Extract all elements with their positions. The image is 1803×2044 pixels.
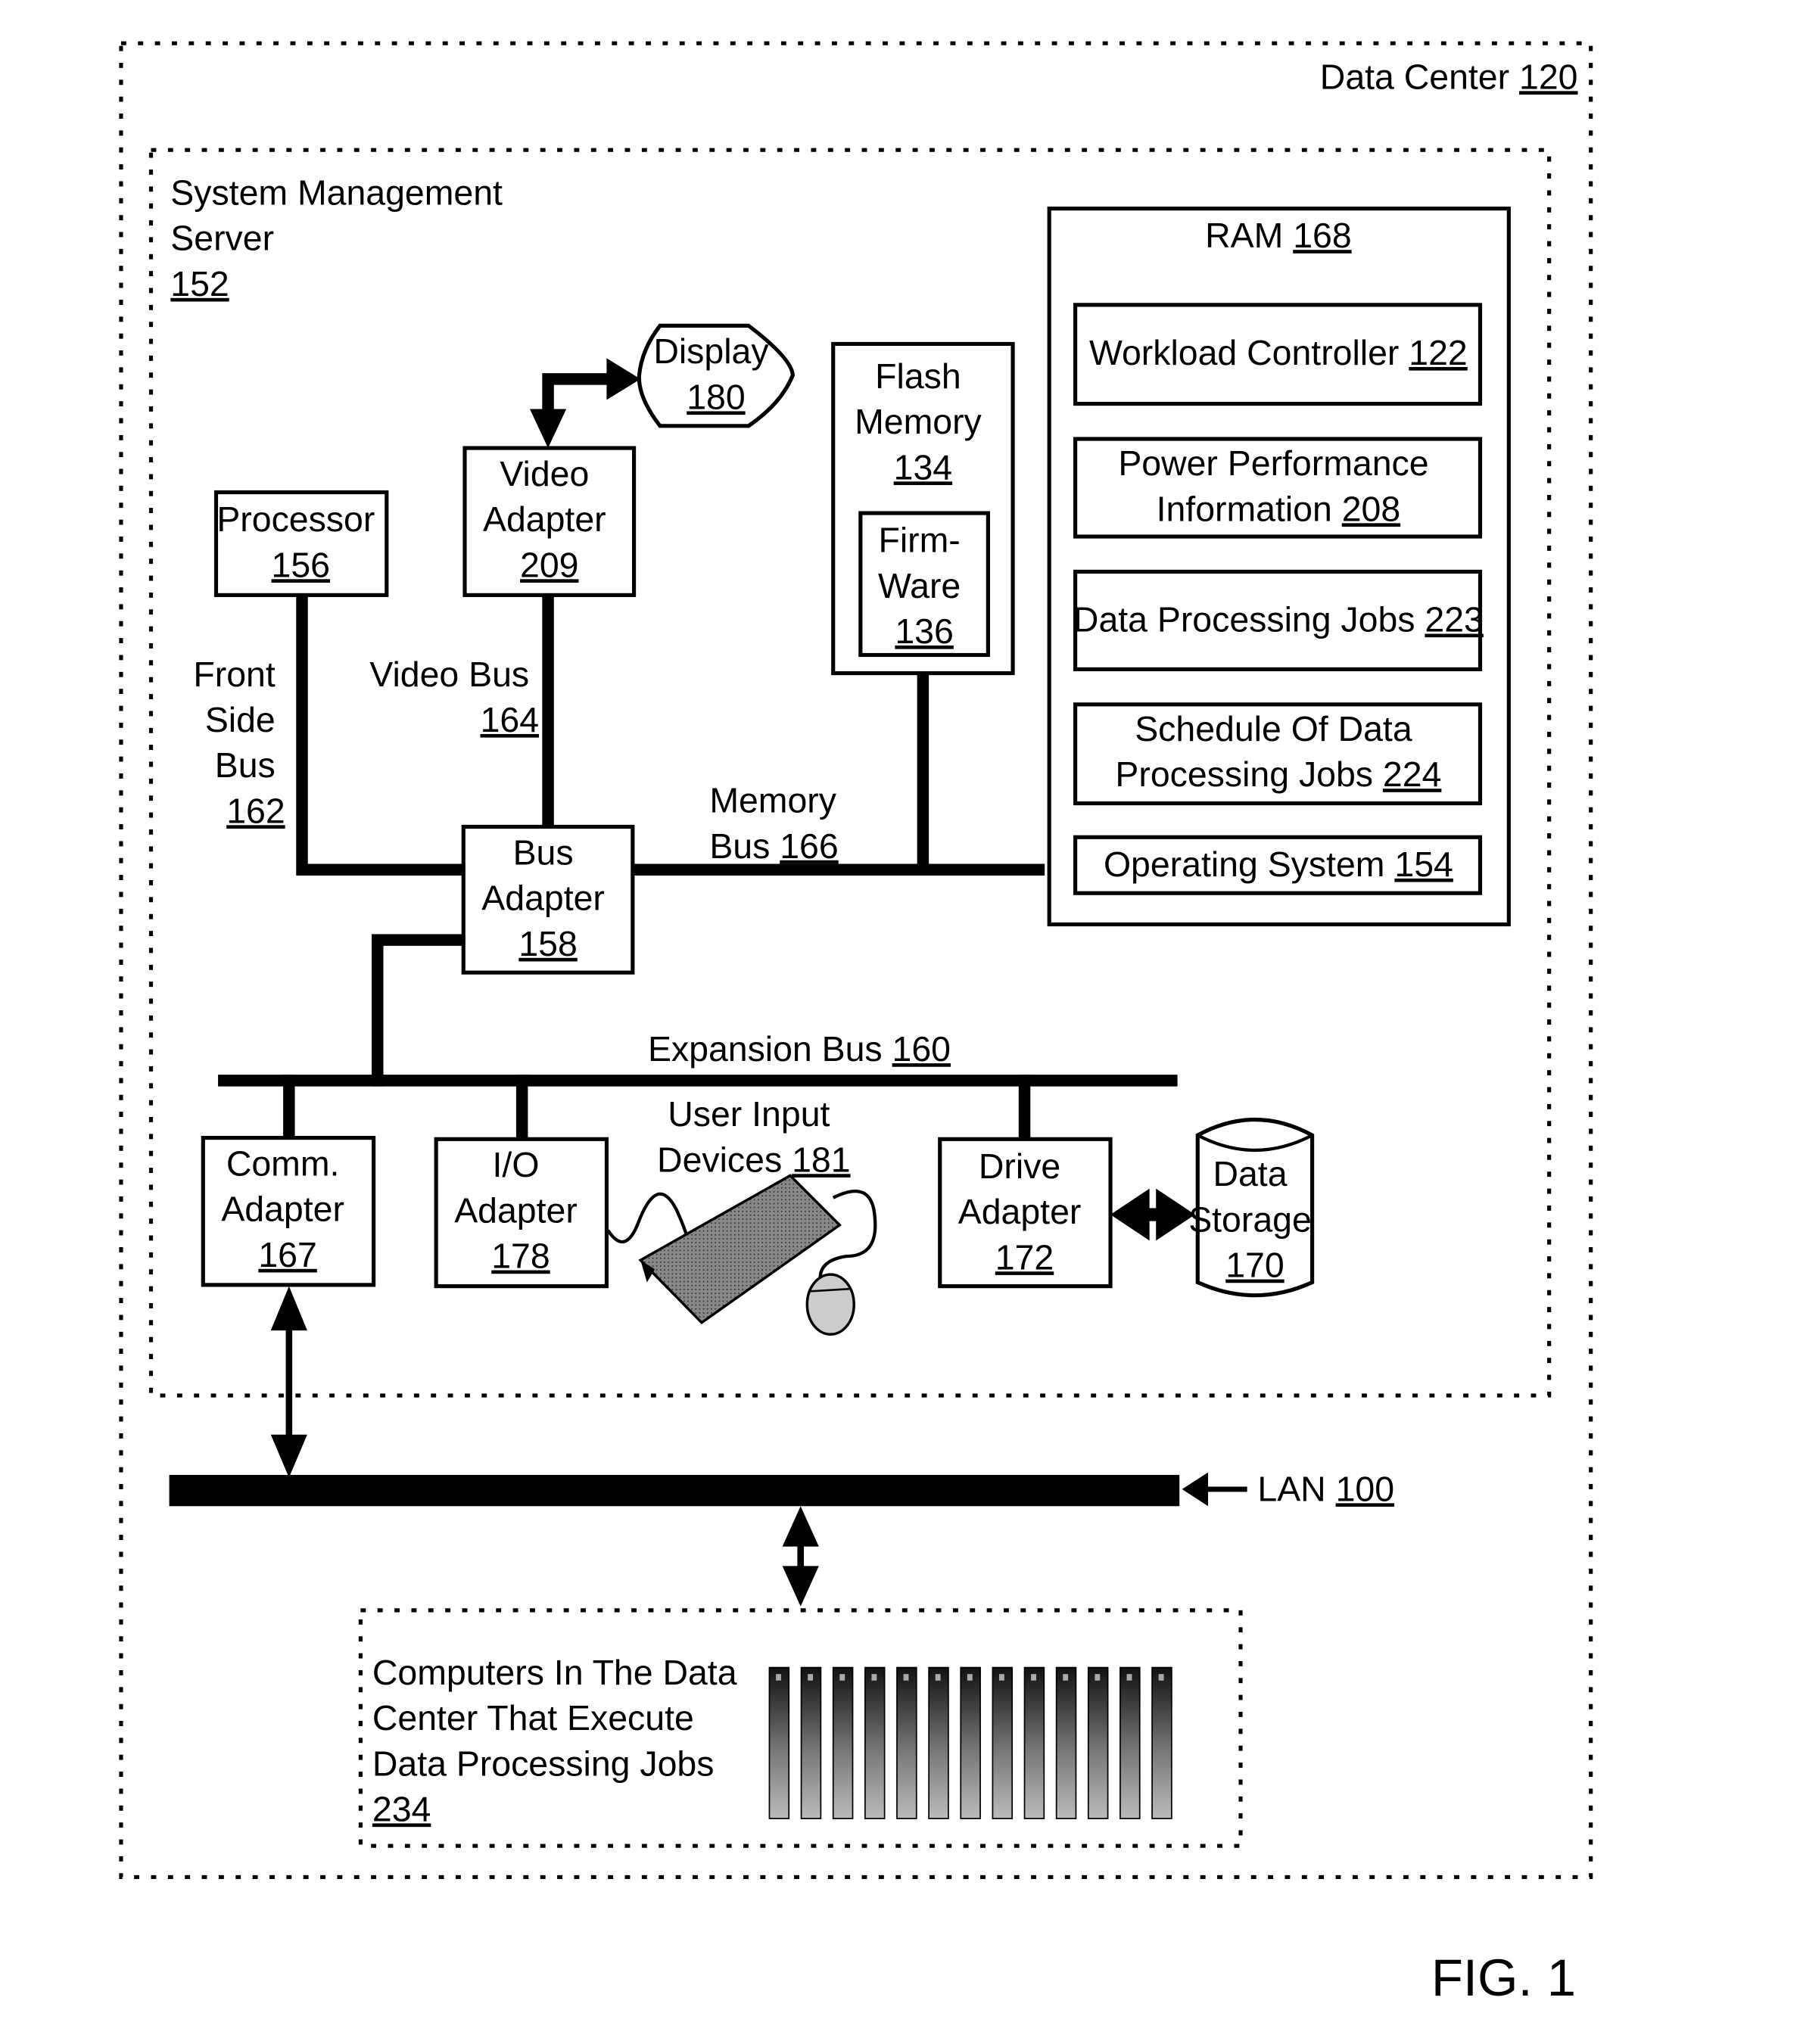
comm-adapter-node[interactable]: Comm. Adapter 167 (201, 1135, 376, 1287)
lan-pointer-arrow (1182, 1472, 1247, 1507)
flash-memory-node[interactable]: Flash Memory 134 Firm- Ware 136 (831, 341, 1015, 676)
server-tower-icon (992, 1666, 1014, 1819)
figure-label: FIG. 1 (1431, 1949, 1576, 2007)
workload-controller-label: Workload Controller 122 (1089, 333, 1468, 372)
server-tower-icon (1151, 1666, 1172, 1819)
display-arrow (529, 358, 641, 449)
server-towers (768, 1666, 1172, 1819)
server-tower-icon (928, 1666, 949, 1819)
drive-storage-arrow (1110, 1188, 1195, 1241)
io-adapter-node[interactable]: I/O Adapter 178 (434, 1137, 609, 1289)
computers-label: Computers In The Data Center That Execut… (372, 1653, 747, 1829)
server-tower-icon (800, 1666, 822, 1819)
front-side-bus-label: Front Side Bus 162 (193, 655, 285, 831)
lan-label: LAN 100 (1257, 1469, 1394, 1508)
ram-node[interactable]: RAM 168 Workload Controller 122 Power Pe… (1047, 207, 1511, 927)
lan-computers-arrow (782, 1506, 819, 1607)
bus-adapter-expansion-link (372, 934, 470, 1087)
system-diagram: Data Center 120 System Management Server… (119, 41, 1593, 2007)
server-tower-icon (1087, 1666, 1109, 1819)
keyboard-icon (606, 1174, 842, 1325)
processor-node[interactable]: Processor 156 (213, 490, 389, 597)
server-tower-icon (832, 1666, 854, 1819)
memory-bus-label: Memory Bus 166 (709, 781, 846, 866)
ram-label: RAM 168 (1205, 216, 1352, 255)
server-tower-icon (768, 1666, 790, 1819)
operating-system-label: Operating System 154 (1104, 845, 1453, 884)
user-input-label: User Input Devices 181 (657, 1094, 850, 1179)
server-tower-icon (864, 1666, 886, 1819)
lan-bar (169, 1475, 1180, 1507)
expansion-bus-label: Expansion Bus 160 (648, 1029, 951, 1069)
video-bus-label: Video Bus 164 (369, 655, 539, 739)
server-tower-icon (1023, 1666, 1045, 1819)
comm-lan-arrow (270, 1286, 307, 1478)
video-adapter-node[interactable]: Video Adapter 209 (462, 446, 637, 597)
server-tower-icon (960, 1666, 981, 1819)
front-side-bus-line (296, 590, 470, 876)
data-center-label: Data Center 120 (1320, 57, 1578, 96)
data-storage-node[interactable]: Data Storage 170 (1188, 1118, 1322, 1298)
server-label: System Management Server 152 (170, 173, 512, 303)
server-tower-icon (1119, 1666, 1141, 1819)
data-processing-jobs-label: Data Processing Jobs 223 (1073, 600, 1484, 639)
server-tower-icon (1055, 1666, 1077, 1819)
drive-adapter-node[interactable]: Drive Adapter 172 (938, 1137, 1113, 1289)
display-node[interactable]: Display 180 (637, 323, 796, 428)
server-tower-icon (896, 1666, 917, 1819)
bus-adapter-node[interactable]: Bus Adapter 158 (461, 824, 635, 975)
